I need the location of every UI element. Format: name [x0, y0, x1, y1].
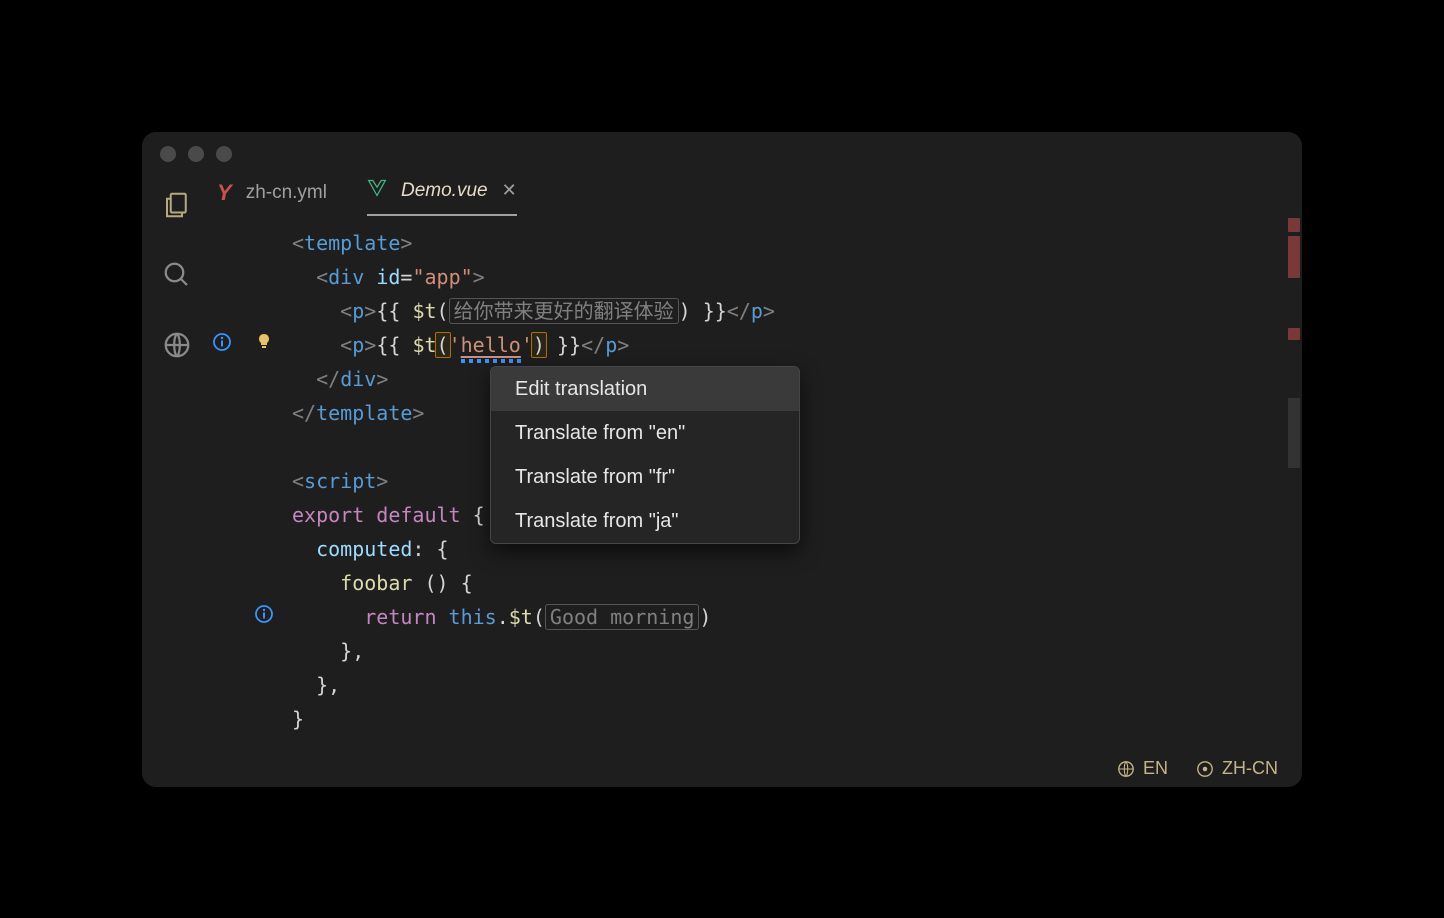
yaml-icon: Y: [217, 180, 232, 206]
status-source-lang[interactable]: EN: [1117, 758, 1168, 779]
lightbulb-icon[interactable]: [254, 328, 274, 362]
status-label: ZH-CN: [1222, 758, 1278, 779]
globe-icon: [1117, 760, 1135, 778]
tab-label: zh-cn.yml: [246, 182, 327, 204]
code-action-menu: Edit translation Translate from "en" Tra…: [490, 366, 800, 544]
editor-area: Y zh-cn.yml Demo.vue ✕ <template> <div i…: [212, 174, 1302, 751]
translation-hint: Good morning: [545, 604, 700, 630]
menu-translate-from-ja[interactable]: Translate from "ja": [491, 499, 799, 543]
traffic-close[interactable]: [160, 146, 176, 162]
globe-icon[interactable]: [162, 330, 192, 364]
close-icon[interactable]: ✕: [502, 180, 517, 201]
minimap[interactable]: [1280, 218, 1302, 578]
code-editor[interactable]: <template> <div id="app"> <p>{{ $t(给你带来更…: [212, 216, 1302, 736]
activity-bar: [142, 174, 212, 751]
menu-translate-from-en[interactable]: Translate from "en": [491, 411, 799, 455]
target-icon: [1196, 760, 1214, 778]
status-label: EN: [1143, 758, 1168, 779]
explorer-icon[interactable]: [162, 190, 192, 224]
traffic-zoom[interactable]: [216, 146, 232, 162]
tab-demo-vue[interactable]: Demo.vue ✕: [367, 178, 517, 216]
traffic-minimize[interactable]: [188, 146, 204, 162]
vue-icon: [367, 178, 387, 204]
translation-hint: 给你带来更好的翻译体验: [449, 298, 679, 324]
tabs: Y zh-cn.yml Demo.vue ✕: [212, 174, 1302, 216]
status-bar: EN ZH-CN: [142, 751, 1302, 787]
menu-translate-from-fr[interactable]: Translate from "fr": [491, 455, 799, 499]
search-icon[interactable]: [162, 260, 192, 294]
info-icon[interactable]: [212, 328, 232, 362]
menu-edit-translation[interactable]: Edit translation: [491, 367, 799, 411]
info-icon[interactable]: [254, 600, 274, 634]
status-target-lang[interactable]: ZH-CN: [1196, 758, 1278, 779]
traffic-lights: [142, 132, 250, 162]
tab-zh-cn-yml[interactable]: Y zh-cn.yml: [217, 180, 327, 216]
editor-window: Y zh-cn.yml Demo.vue ✕ <template> <div i…: [142, 132, 1302, 787]
tab-label: Demo.vue: [401, 180, 488, 202]
